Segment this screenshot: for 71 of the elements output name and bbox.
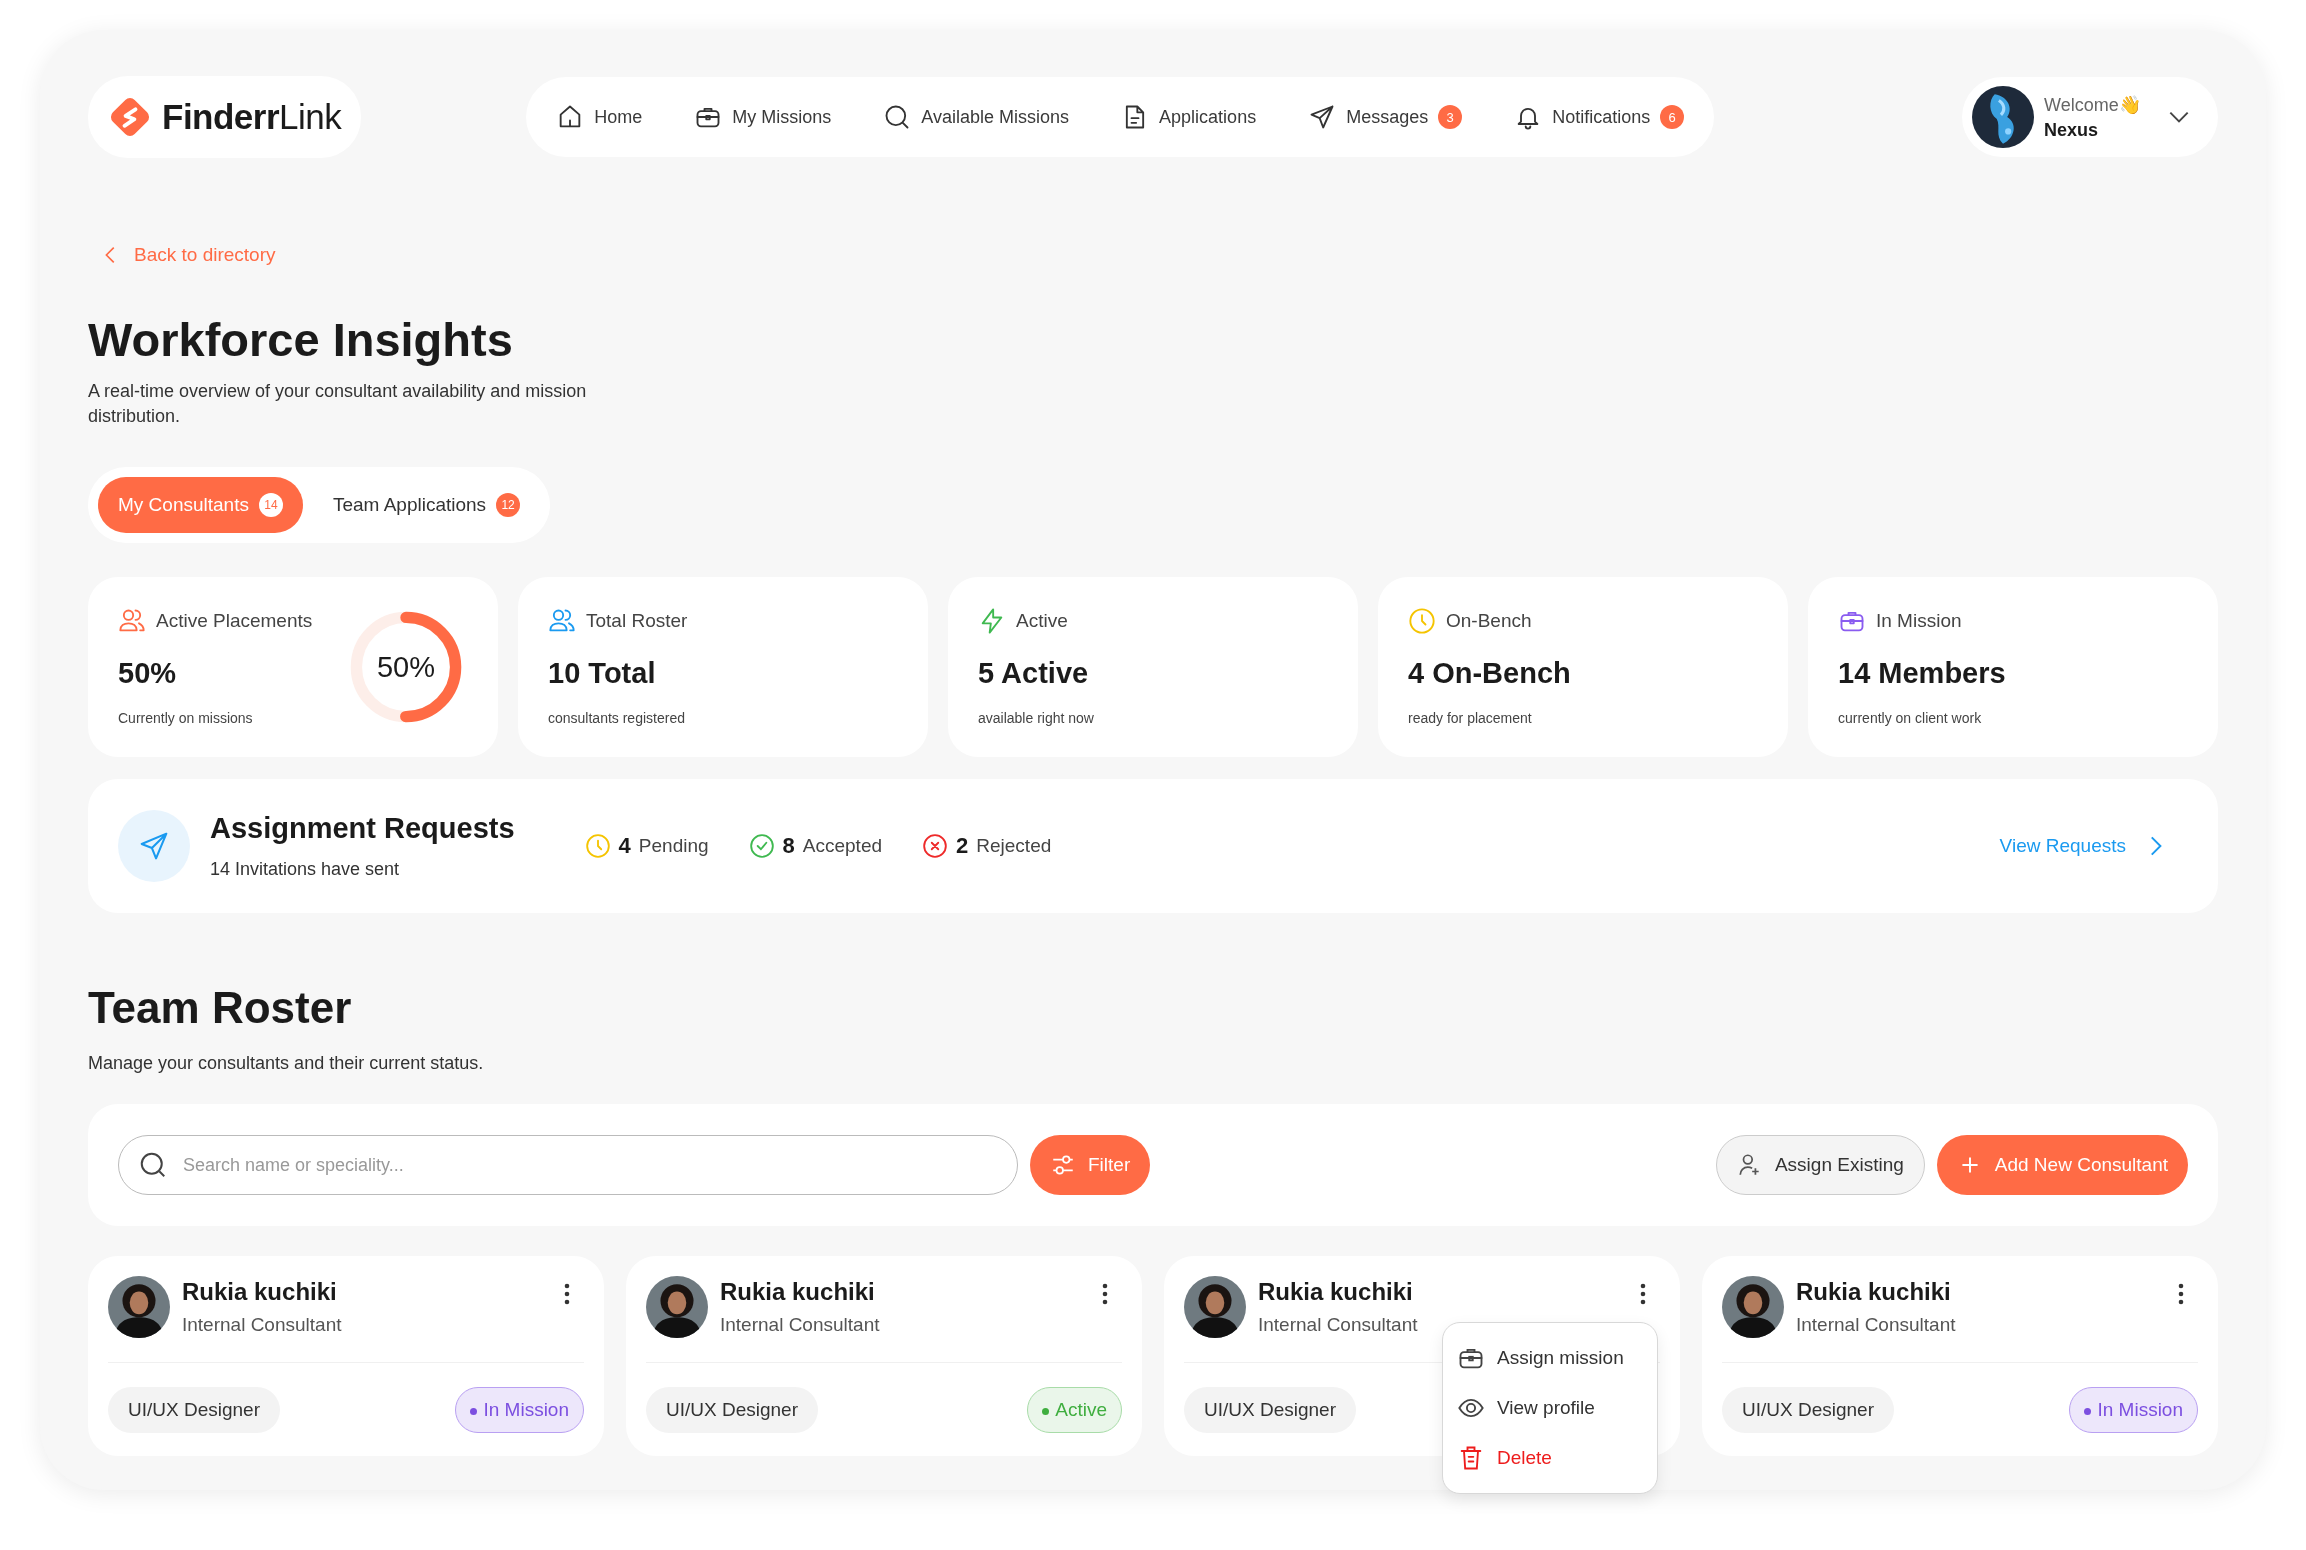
menu-item[interactable]: Assign mission xyxy=(1457,1333,1643,1384)
more-options-icon[interactable] xyxy=(2178,1282,2184,1307)
clock-icon xyxy=(584,833,611,860)
request-count: 4 xyxy=(618,833,631,860)
stat-value: 4 On-Bench xyxy=(1408,657,1571,691)
specialty-tag: UI/UX Designer xyxy=(1184,1387,1356,1434)
stat-label: Active xyxy=(1016,610,1068,633)
request-label: Pending xyxy=(638,835,709,858)
page-description: A real-time overview of your consultant availability and mission distribution. xyxy=(88,380,588,429)
tab[interactable]: Team Applications 12 xyxy=(312,477,541,534)
logo-pill[interactable]: FinderrLink xyxy=(88,76,362,158)
count-badge: 6 xyxy=(1660,105,1685,129)
stat-note: ready for placement xyxy=(1408,710,1533,727)
request-label: Accepted xyxy=(802,835,883,858)
nav-item[interactable]: Available Missions xyxy=(883,103,1070,131)
count-badge: 3 xyxy=(1438,105,1463,129)
status-badge: In Mission xyxy=(455,1387,584,1434)
requests-title: Assignment Requests xyxy=(210,812,515,846)
section-description: Manage your consultants and their current status. xyxy=(88,1053,485,1075)
more-options-icon[interactable] xyxy=(1102,1282,1108,1307)
nav-item[interactable]: My Missions xyxy=(694,103,832,131)
more-options-icon[interactable] xyxy=(564,1282,570,1307)
request-label: Rejected xyxy=(976,835,1052,858)
stat-value: 5 Active xyxy=(978,657,1090,691)
status-badge: Active xyxy=(1027,1387,1122,1434)
consultant-name: Rukia kuchiki xyxy=(1258,1278,1414,1307)
consultant-role: Internal Consultant xyxy=(720,1314,880,1337)
specialty-tag: UI/UX Designer xyxy=(108,1387,280,1434)
nav-item[interactable]: Notifications 6 xyxy=(1514,103,1685,131)
section-title: Team Roster xyxy=(88,983,353,1034)
stat-label: On-Bench xyxy=(1446,610,1532,633)
request-count: 2 xyxy=(956,833,969,860)
menu-item[interactable]: View profile xyxy=(1457,1383,1643,1434)
welcome-text: Welcome👋 xyxy=(2044,93,2141,116)
status-badge: In Mission xyxy=(2069,1387,2198,1434)
menu-item[interactable]: Delete xyxy=(1457,1433,1643,1484)
stat-value: 14 Members xyxy=(1838,657,2006,691)
specialty-tag: UI/UX Designer xyxy=(646,1387,818,1434)
user-name: Nexus xyxy=(2044,119,2100,141)
request-count: 8 xyxy=(782,833,795,860)
clock-icon xyxy=(1408,607,1436,636)
stat-label: In Mission xyxy=(1876,610,1962,633)
check-circle-icon xyxy=(748,833,775,860)
consultant-role: Internal Consultant xyxy=(1258,1314,1418,1337)
user-menu[interactable]: Welcome👋 Nexus xyxy=(1962,77,2218,157)
consultant-role: Internal Consultant xyxy=(182,1314,342,1337)
search-field[interactable]: Search name or speciality... xyxy=(118,1135,1018,1196)
specialty-tag: UI/UX Designer xyxy=(1722,1387,1894,1434)
page-title: Workforce Insights xyxy=(88,312,514,367)
consultant-name: Rukia kuchiki xyxy=(720,1278,876,1307)
stat-note: consultants registered xyxy=(548,710,686,727)
donut-reading: 50% xyxy=(376,650,435,684)
requests-subtitle: 14 Invitations have sent xyxy=(210,859,401,881)
stat-label: Total Roster xyxy=(586,610,688,633)
brand-name: FinderrLink xyxy=(162,97,342,137)
nav-item[interactable]: Messages 3 xyxy=(1308,103,1463,131)
stat-value: 50% xyxy=(118,657,178,691)
stat-note: Currently on missions xyxy=(118,710,254,727)
assign-existing-button[interactable]: Assign Existing xyxy=(1715,1135,1925,1196)
x-circle-icon xyxy=(922,833,949,860)
stat-note: available right now xyxy=(978,710,1094,727)
consultant-name: Rukia kuchiki xyxy=(1796,1278,1952,1307)
stat-note: currently on client work xyxy=(1838,710,1983,727)
stat-value: 10 Total xyxy=(548,657,657,691)
send-icon xyxy=(118,810,190,883)
stat-label: Active Placements xyxy=(156,610,313,633)
consultant-name: Rukia kuchiki xyxy=(182,1278,338,1307)
nav-item[interactable]: Home xyxy=(556,103,643,131)
nav-item[interactable]: Applications xyxy=(1121,103,1257,131)
consultant-role: Internal Consultant xyxy=(1796,1314,1956,1337)
more-options-icon[interactable] xyxy=(1640,1282,1646,1307)
